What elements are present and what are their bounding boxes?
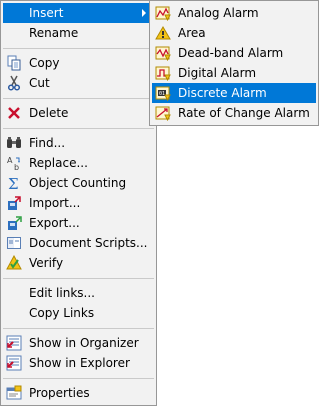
svg-text:01: 01 — [159, 91, 165, 97]
delete-x-icon — [8, 107, 20, 119]
submenu-item-digital-alarm[interactable]: Digital Alarm — [152, 63, 316, 83]
menu-item-show-in-explorer[interactable]: Show in Explorer — [3, 353, 154, 373]
menu-item-copy[interactable]: Copy — [3, 53, 154, 73]
menu-item-label: Insert — [29, 6, 64, 20]
warning-check-icon — [6, 255, 22, 270]
context-menu: Insert Rename Copy Cut Delete Find... A … — [0, 0, 157, 406]
properties-icon — [6, 385, 22, 400]
menu-item-cut[interactable]: Cut — [3, 73, 154, 93]
menu-separator — [3, 328, 154, 329]
menu-item-label: Show in Explorer — [29, 356, 130, 370]
organizer-icon — [6, 335, 22, 351]
menu-item-label: Verify — [29, 256, 64, 270]
rate-of-change-alarm-icon — [155, 106, 171, 121]
digital-alarm-icon — [155, 66, 171, 81]
submenu-item-label: Discrete Alarm — [178, 86, 267, 100]
menu-item-properties[interactable]: Properties — [3, 383, 154, 403]
import-icon — [8, 196, 21, 210]
submenu-item-label: Rate of Change Alarm — [178, 106, 310, 120]
menu-item-insert[interactable]: Insert — [3, 3, 154, 23]
menu-item-import[interactable]: Import... — [3, 193, 154, 213]
insert-submenu: Analog Alarm Area Dead-band Alarm Digita… — [149, 0, 319, 126]
menu-item-label: Find... — [29, 136, 66, 150]
menu-item-label: Export... — [29, 216, 80, 230]
menu-item-copy-links[interactable]: Copy Links — [3, 303, 154, 323]
scripts-icon — [7, 237, 21, 249]
menu-item-label: Rename — [29, 26, 79, 40]
svg-text:b: b — [14, 163, 19, 171]
menu-item-label: Cut — [29, 76, 50, 90]
menu-separator — [3, 378, 154, 379]
menu-item-label: Show in Organizer — [29, 336, 139, 350]
menu-item-verify[interactable]: Verify — [3, 253, 154, 273]
area-icon — [155, 26, 171, 40]
menu-item-find[interactable]: Find... — [3, 133, 154, 153]
menu-separator — [3, 48, 154, 49]
copy-icon — [7, 55, 21, 71]
menu-item-label: Document Scripts... — [29, 236, 148, 250]
svg-text:Σ: Σ — [8, 175, 19, 191]
submenu-item-label: Area — [178, 26, 206, 40]
svg-text:A: A — [7, 156, 13, 165]
menu-item-document-scripts[interactable]: Document Scripts... — [3, 233, 154, 253]
menu-item-label: Object Counting — [29, 176, 127, 190]
menu-item-label: Import... — [29, 196, 81, 210]
menu-item-delete[interactable]: Delete — [3, 103, 154, 123]
replace-icon: A b — [7, 156, 20, 171]
submenu-item-analog-alarm[interactable]: Analog Alarm — [152, 3, 316, 23]
submenu-item-area[interactable]: Area — [152, 23, 316, 43]
menu-item-rename[interactable]: Rename — [3, 23, 154, 43]
menu-item-edit-links[interactable]: Edit links... — [3, 283, 154, 303]
menu-separator — [3, 278, 154, 279]
export-icon — [8, 216, 22, 230]
sigma-icon: Σ — [8, 175, 19, 191]
submenu-item-rate-of-change-alarm[interactable]: Rate of Change Alarm — [152, 103, 316, 123]
menu-item-label: Delete — [29, 106, 69, 120]
menu-item-label: Replace... — [29, 156, 88, 170]
submenu-item-discrete-alarm[interactable]: 01 Discrete Alarm — [152, 83, 316, 103]
scissors-icon — [7, 75, 21, 91]
menu-item-show-in-organizer[interactable]: Show in Organizer — [3, 333, 154, 353]
submenu-item-label: Dead-band Alarm — [178, 46, 284, 60]
menu-item-label: Properties — [29, 386, 90, 400]
menu-item-export[interactable]: Export... — [3, 213, 154, 233]
dead-band-alarm-icon — [155, 46, 171, 61]
menu-item-label: Copy Links — [29, 306, 95, 320]
analog-alarm-icon — [155, 6, 171, 21]
submenu-item-dead-band-alarm[interactable]: Dead-band Alarm — [152, 43, 316, 63]
menu-item-object-counting[interactable]: Σ Object Counting — [3, 173, 154, 193]
discrete-alarm-icon: 01 — [155, 86, 171, 101]
menu-separator — [3, 128, 154, 129]
explorer-icon — [6, 355, 22, 371]
submenu-item-label: Analog Alarm — [178, 6, 259, 20]
menu-separator — [3, 98, 154, 99]
binoculars-icon — [7, 137, 21, 148]
submenu-arrow-icon — [142, 9, 146, 17]
menu-item-label: Copy — [29, 56, 60, 70]
submenu-item-label: Digital Alarm — [178, 66, 257, 80]
menu-item-label: Edit links... — [29, 286, 95, 300]
menu-item-replace[interactable]: A b Replace... — [3, 153, 154, 173]
